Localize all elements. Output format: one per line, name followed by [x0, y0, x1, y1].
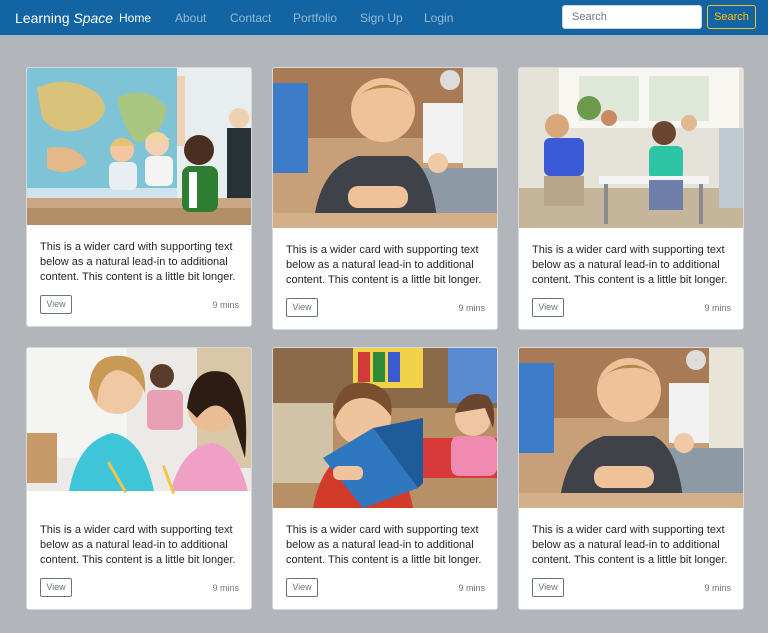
brand-text-italic: Space — [73, 10, 114, 26]
view-button[interactable]: View — [532, 298, 564, 317]
classroom-raised-hands-photo — [27, 68, 251, 225]
smiling-boy-at-desk-photo — [273, 68, 497, 228]
nav-link-portfolio[interactable]: Portfolio — [293, 11, 337, 25]
brand-text: Learning — [15, 10, 70, 26]
view-button[interactable]: View — [40, 578, 72, 597]
card-text: This is a wider card with supporting tex… — [40, 524, 236, 566]
nav-link-sign-up[interactable]: Sign Up — [360, 11, 403, 25]
card-time: 9 mins — [458, 303, 485, 313]
nav-link-contact[interactable]: Contact — [230, 11, 271, 25]
search-button[interactable]: Search — [707, 5, 756, 29]
view-button[interactable]: View — [286, 578, 318, 597]
nav-link-login[interactable]: Login — [424, 11, 453, 25]
card-text: This is a wider card with supporting tex… — [286, 524, 482, 566]
card-time: 9 mins — [212, 583, 239, 593]
card: This is a wider card with supporting tex… — [518, 347, 744, 610]
view-button[interactable]: View — [532, 578, 564, 597]
two-girls-writing-photo — [27, 348, 251, 508]
smiling-boy-at-desk-photo — [519, 348, 743, 508]
card-text: This is a wider card with supporting tex… — [286, 244, 482, 286]
nav-link-about[interactable]: About — [175, 11, 206, 25]
students-writing-at-desks-photo — [519, 68, 743, 228]
view-button[interactable]: View — [286, 298, 318, 317]
card: This is a wider card with supporting tex… — [26, 347, 252, 610]
card: This is a wider card with supporting tex… — [518, 67, 744, 330]
brand-logo[interactable]: Learning Space — [15, 9, 113, 27]
card-time: 9 mins — [704, 303, 731, 313]
view-button[interactable]: View — [40, 295, 72, 314]
card: This is a wider card with supporting tex… — [272, 347, 498, 610]
card-text: This is a wider card with supporting tex… — [532, 244, 728, 286]
search-input[interactable] — [562, 5, 702, 29]
card-time: 9 mins — [212, 300, 239, 310]
card-time: 9 mins — [704, 583, 731, 593]
card-text: This is a wider card with supporting tex… — [532, 524, 728, 566]
boy-reading-book-photo — [273, 348, 497, 508]
card: This is a wider card with supporting tex… — [26, 67, 252, 327]
card-text: This is a wider card with supporting tex… — [40, 241, 236, 283]
card: This is a wider card with supporting tex… — [272, 67, 498, 330]
card-time: 9 mins — [458, 583, 485, 593]
navbar: Learning Space Home About Contact Portfo… — [0, 0, 768, 35]
nav-link-home[interactable]: Home — [119, 11, 151, 25]
